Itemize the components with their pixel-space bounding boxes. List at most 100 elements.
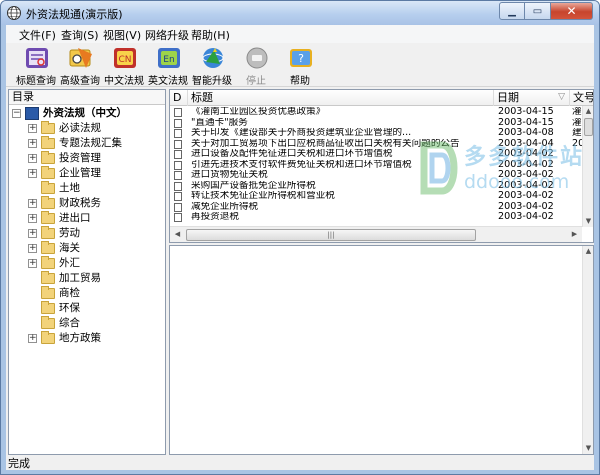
folder-icon — [41, 301, 55, 314]
menu-file[interactable]: 文件(F) — [19, 27, 56, 43]
chinese-law-icon: CN — [114, 48, 136, 68]
tree-item-label: 专题法规汇集 — [59, 137, 122, 149]
tree-item-label: 劳动 — [59, 227, 80, 239]
folder-icon — [41, 166, 55, 179]
app-globe-icon — [7, 6, 21, 20]
maximize-button[interactable]: ▭ — [525, 2, 551, 20]
row-title: 《灌南工业园区投资优惠政策》 — [191, 107, 326, 117]
law-content-pane[interactable]: ▲ ▼ — [169, 245, 594, 455]
content-vertical-scrollbar[interactable]: ▲ ▼ — [582, 246, 593, 454]
folder-icon — [41, 136, 55, 149]
tree-item-label: 外汇 — [59, 257, 80, 269]
tree-item-label: 环保 — [59, 302, 80, 314]
row-date: 2003-04-08 — [498, 127, 554, 138]
folder-icon — [41, 121, 55, 134]
expand-icon[interactable]: + — [28, 154, 37, 163]
scroll-up-icon[interactable]: ▲ — [583, 106, 593, 117]
column-date-label: 日期 — [497, 91, 519, 104]
tree-item-label: 投资管理 — [59, 152, 101, 164]
folder-icon — [41, 331, 55, 344]
row-title: 关于对加工贸易项下出口应税商品征收出口关税有关问题的公告 — [191, 138, 460, 149]
document-icon — [174, 192, 182, 201]
row-title: 再投资退税 — [191, 212, 239, 222]
scroll-down-icon[interactable]: ▼ — [583, 443, 594, 454]
scroll-up-icon[interactable]: ▲ — [583, 246, 594, 257]
list-row[interactable]: 关于印发《建设部关于外商投资建筑业企业管理的...2003-04-08建市 — [170, 127, 591, 139]
document-icon — [174, 150, 182, 159]
column-title[interactable]: 标题 — [188, 90, 494, 106]
row-title: 引进先进技术支付软件费免征关税和进口环节增值税 — [191, 159, 412, 170]
smart-upgrade-icon — [202, 48, 224, 68]
expand-icon[interactable]: + — [28, 229, 37, 238]
menu-search[interactable]: 查询(S) — [61, 27, 99, 43]
list-column-header: D 标题 日期 ▽ 文号 — [170, 90, 593, 106]
folder-icon — [41, 181, 55, 194]
list-row[interactable]: 进口设备及配件免征进口关税和进口环节增值税 2003-04-02 — [170, 148, 582, 160]
tree-item-label: 财政税务 — [59, 197, 101, 209]
minimize-button[interactable]: ▁ — [499, 2, 525, 20]
tree-item-label: 企业管理 — [59, 167, 101, 179]
help-label: 帮助 — [290, 76, 310, 87]
row-title: 进口货物免征关税 — [191, 170, 268, 180]
stop-icon — [246, 47, 268, 69]
list-row[interactable]: 转让技术免征企业所得税和营业税 2003-04-02 — [170, 190, 582, 202]
folder-icon — [41, 151, 55, 164]
row-date: 2003-04-15 — [498, 106, 554, 117]
row-title: "直通卡"服务 — [191, 117, 248, 128]
document-icon — [174, 108, 182, 117]
list-row[interactable]: 进口货物免征关税 2003-04-02 — [170, 169, 582, 181]
list-row[interactable]: 再投资退税 2003-04-02 — [170, 211, 582, 223]
column-icon[interactable]: D — [170, 90, 188, 106]
expand-icon[interactable]: + — [28, 259, 37, 268]
folder-icon — [41, 196, 55, 209]
menu-view[interactable]: 视图(V) — [103, 27, 141, 43]
expand-icon[interactable]: + — [28, 139, 37, 148]
svg-text:?: ? — [298, 52, 304, 65]
window-title: 外资法规通(演示版) — [26, 8, 123, 21]
menu-network-upgrade[interactable]: 网络升级 — [145, 27, 189, 43]
expand-icon[interactable]: + — [28, 214, 37, 223]
expand-icon[interactable]: + — [28, 199, 37, 208]
folder-icon — [41, 256, 55, 269]
document-icon — [174, 118, 182, 128]
help-icon: ? — [290, 49, 312, 67]
expand-icon[interactable]: + — [28, 124, 37, 133]
status-bar: 完成 — [8, 457, 30, 470]
column-number[interactable]: 文号 — [570, 90, 593, 106]
svg-text:En: En — [163, 55, 174, 65]
scroll-left-icon[interactable]: ◀ — [172, 229, 183, 240]
expand-icon[interactable]: + — [28, 244, 37, 253]
collapse-icon[interactable]: − — [12, 109, 21, 118]
scroll-thumb[interactable]: ||| — [186, 229, 476, 241]
folder-icon — [41, 226, 55, 239]
document-icon — [174, 213, 182, 222]
folder-icon — [41, 241, 55, 254]
list-horizontal-scrollbar[interactable]: ◀ ||| ▶ — [170, 226, 582, 242]
list-vertical-scrollbar[interactable]: ▲ ▼ — [582, 106, 593, 227]
tree-root-label: 外资法规（中文） — [43, 107, 127, 119]
document-icon — [174, 129, 182, 138]
list-row[interactable]: 《灌南工业园区投资优惠政策》 2003-04-15 灌 — [170, 106, 582, 118]
row-title: 关于印发《建设部关于外商投资建筑业企业管理的... — [191, 128, 412, 138]
column-date[interactable]: 日期 ▽ — [494, 90, 570, 106]
expand-icon[interactable]: + — [28, 334, 37, 343]
row-date: 2003-04-02 — [498, 190, 554, 201]
law-book-icon — [25, 107, 39, 120]
menu-help[interactable]: 帮助(H) — [191, 27, 230, 43]
advanced-search-icon — [69, 48, 92, 68]
document-icon — [174, 181, 182, 191]
tree-item-label: 商检 — [59, 287, 80, 299]
english-law-icon: En — [158, 48, 180, 68]
document-icon — [174, 202, 182, 212]
scroll-thumb[interactable] — [584, 118, 593, 136]
row-date: 2003-04-02 — [498, 211, 554, 222]
scroll-down-icon[interactable]: ▼ — [583, 216, 593, 227]
window-controls: ▁ ▭ ✕ — [499, 2, 593, 20]
title-search-icon — [26, 48, 48, 68]
title-bar[interactable]: 外资法规通(演示版) ▁ ▭ ✕ — [1, 1, 599, 25]
help-button[interactable]: ? 帮助 — [278, 43, 322, 87]
scroll-right-icon[interactable]: ▶ — [569, 229, 580, 240]
expand-icon[interactable]: + — [28, 169, 37, 178]
close-button[interactable]: ✕ — [551, 2, 593, 20]
app-window: 外资法规通(演示版) ▁ ▭ ✕ 文件(F) 查询(S) 视图(V) 网络升级 … — [0, 0, 600, 475]
